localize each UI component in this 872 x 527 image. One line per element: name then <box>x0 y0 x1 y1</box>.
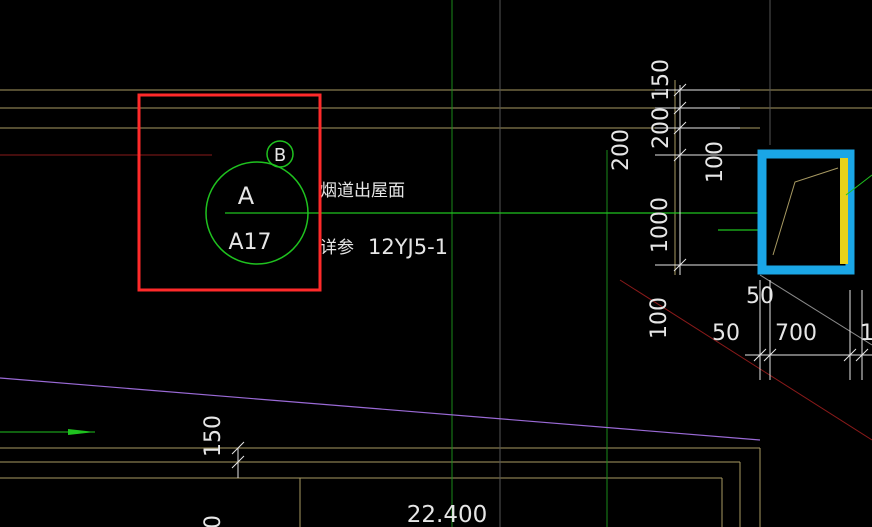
dim-text: 50 <box>746 284 774 309</box>
callout-symbol: A <box>238 182 255 210</box>
direction-arrow <box>0 429 95 435</box>
note-ref-code: 12YJ5-1 <box>368 235 448 259</box>
elevation-label: 22.400 <box>407 502 487 527</box>
dim-text: 0 <box>201 515 226 527</box>
dimension-chain <box>231 83 872 478</box>
roof-slope-line <box>0 377 761 441</box>
dim-text: 150 <box>201 415 226 457</box>
dim-text: 1000 <box>648 197 673 253</box>
chimney-section <box>757 149 872 275</box>
note-title: 烟道出屋面 <box>320 181 405 201</box>
dim-text: 100 <box>647 297 672 339</box>
badge-label: B <box>274 145 286 166</box>
dim-text: 150 <box>649 59 674 101</box>
chimney-inner-line <box>772 167 839 256</box>
cad-viewport[interactable]: B A A17 烟道出屋面 详参 12YJ5-1 150 200 200 100… <box>0 0 872 527</box>
dim-text: 10 <box>860 321 872 346</box>
chimney-frame <box>757 149 855 275</box>
chimney-hatch <box>840 158 848 264</box>
selection-highlight-box <box>137 93 322 292</box>
callout-code: A17 <box>228 230 271 255</box>
dim-text: 200 <box>649 107 674 149</box>
dim-text: 100 <box>703 141 728 183</box>
dim-text: 50 <box>712 321 740 346</box>
dim-text: 200 <box>609 129 634 171</box>
cad-drawing-canvas[interactable]: B A A17 烟道出屋面 详参 12YJ5-1 150 200 200 100… <box>0 0 872 527</box>
wall-lines <box>0 89 872 527</box>
note-ref-prefix: 详参 <box>320 238 354 258</box>
dim-text: 700 <box>775 321 817 346</box>
detail-callout[interactable]: B A A17 <box>205 140 309 265</box>
